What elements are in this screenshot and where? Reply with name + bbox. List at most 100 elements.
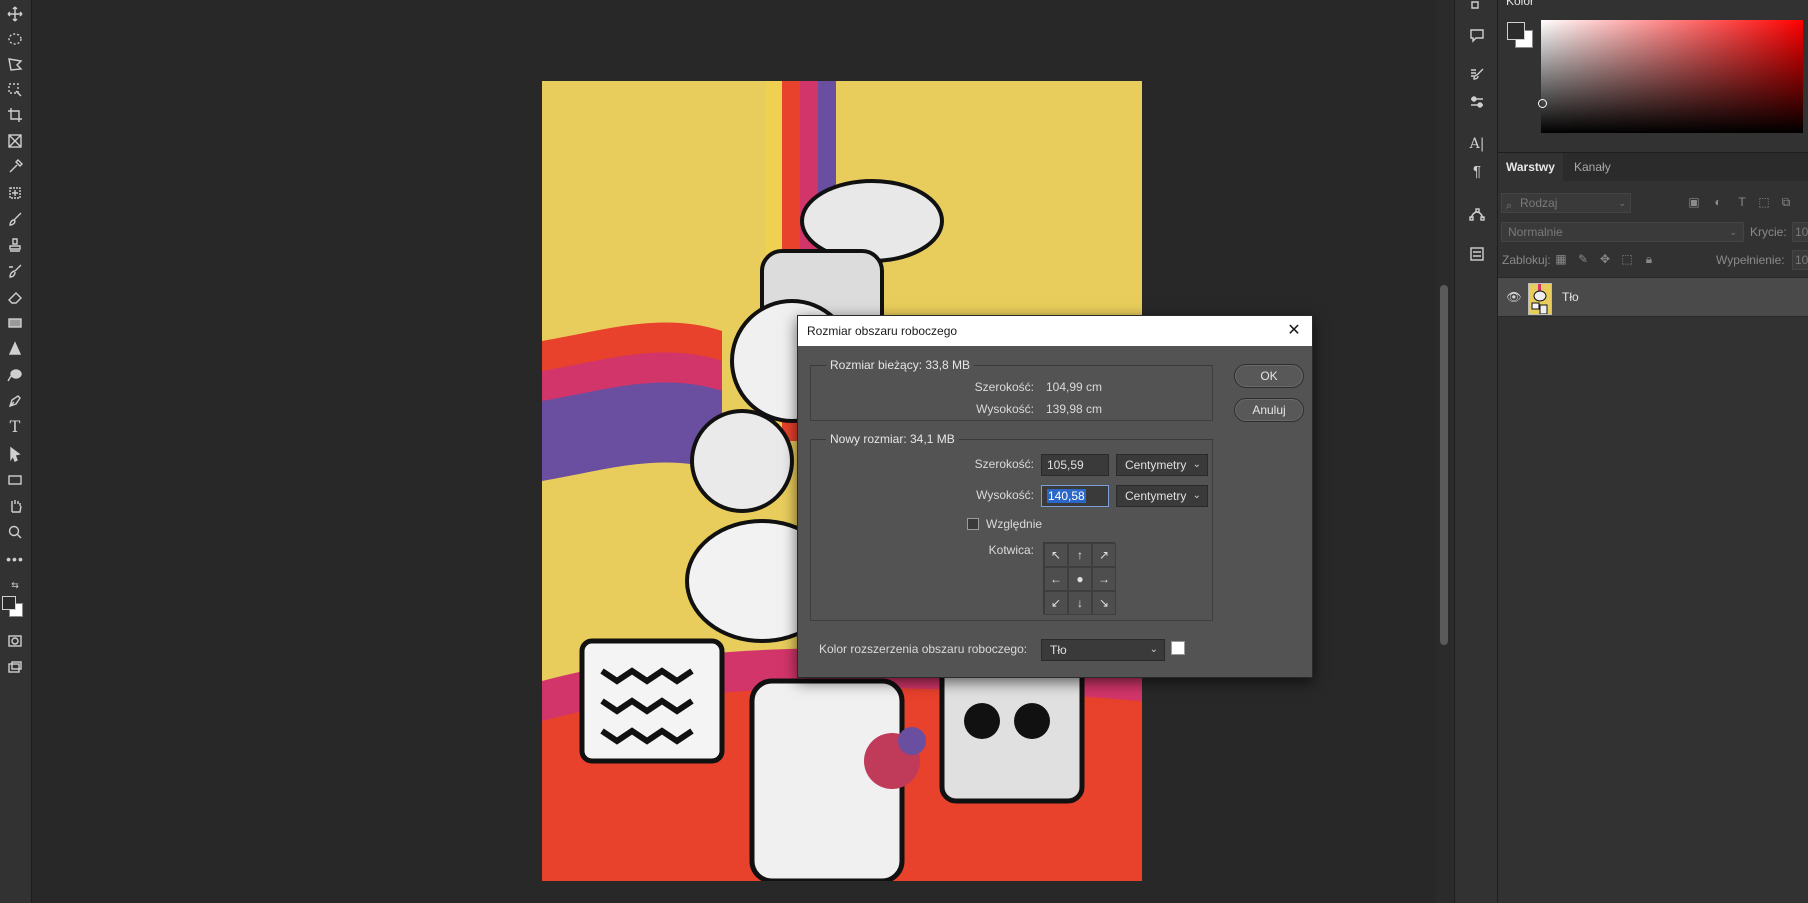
lasso-icon[interactable]: [4, 53, 26, 75]
type-icon[interactable]: T: [4, 416, 26, 438]
eye-icon[interactable]: 👁︎: [1506, 290, 1522, 304]
cancel-button[interactable]: Anuluj: [1234, 398, 1304, 422]
extension-color-select[interactable]: Tło ⌄: [1041, 639, 1165, 661]
properties-panel-icon[interactable]: [1466, 243, 1488, 265]
foreground-color-swatch[interactable]: [1507, 22, 1525, 40]
filter-shape-icon[interactable]: ⬚: [1757, 195, 1771, 209]
rectangle-icon[interactable]: [4, 469, 26, 491]
current-width-value: 104,99 cm: [1046, 380, 1103, 394]
layer-row[interactable]: 👁︎ Tło: [1498, 277, 1808, 317]
anchor-top-left-arrow-icon[interactable]: ↖: [1044, 543, 1068, 567]
pen-icon[interactable]: [4, 390, 26, 412]
adjustments-brush-icon[interactable]: [1466, 91, 1488, 113]
close-icon[interactable]: ✕: [1284, 321, 1304, 341]
anchor-grid: ↖ ↑ ↗ ← ● → ↙ ↓ ↘: [1043, 542, 1116, 615]
color-picker-cursor[interactable]: [1538, 99, 1547, 108]
history-brush-icon[interactable]: [4, 260, 26, 282]
anchor-label: Kotwica:: [988, 543, 1034, 557]
new-height-value: 140,58: [1047, 489, 1086, 503]
relative-checkbox[interactable]: [967, 518, 979, 530]
filter-smart-object-icon[interactable]: ⧉: [1779, 195, 1793, 209]
screen-mode-icon[interactable]: [4, 656, 26, 678]
ok-button[interactable]: OK: [1234, 364, 1304, 388]
anchor-bottom-arrow-icon[interactable]: ↓: [1068, 591, 1092, 615]
current-height-value: 139,98 cm: [1046, 402, 1103, 416]
anchor-left-arrow-icon[interactable]: ←: [1044, 567, 1068, 591]
move-tool-icon[interactable]: [4, 3, 26, 25]
lock-all-icon[interactable]: 🔒︎: [1642, 252, 1656, 266]
relative-label[interactable]: Względnie: [986, 517, 1042, 531]
healing-brush-icon[interactable]: [4, 182, 26, 204]
frame-icon[interactable]: [4, 130, 26, 152]
right-panels: Kolor Warstwy Kanały ⌕ Rodzaj ⌄ ▣ ◐ T ⬚ …: [1498, 0, 1808, 903]
new-size-title: Nowy rozmiar: 34,1 MB: [826, 432, 959, 446]
brush-icon[interactable]: [4, 208, 26, 230]
scrollbar-thumb[interactable]: [1440, 285, 1448, 645]
brush-settings-icon[interactable]: [1466, 64, 1488, 86]
lock-artboard-icon[interactable]: ⬚: [1620, 252, 1634, 266]
width-unit-select[interactable]: Centymetry ⌄: [1116, 454, 1208, 476]
layer-name[interactable]: Tło: [1562, 290, 1579, 304]
clone-stamp-icon[interactable]: [4, 234, 26, 256]
crop-icon[interactable]: [4, 104, 26, 126]
chevron-down-icon: ⌄: [1729, 227, 1737, 237]
new-width-input[interactable]: 105,59: [1041, 454, 1109, 476]
anchor-center-dot-icon[interactable]: ●: [1068, 567, 1092, 591]
extension-color-value: Tło: [1050, 643, 1067, 657]
new-width-value: 105,59: [1047, 458, 1084, 472]
eyedropper-icon[interactable]: [4, 156, 26, 178]
new-height-input[interactable]: 140,58: [1041, 485, 1109, 507]
anchor-bottom-left-arrow-icon[interactable]: ↙: [1044, 591, 1068, 615]
elliptical-marquee-icon[interactable]: [4, 28, 26, 50]
filter-pixel-icon[interactable]: ▣: [1687, 195, 1701, 209]
paths-panel-icon[interactable]: [1466, 203, 1488, 225]
anchor-bottom-right-arrow-icon[interactable]: ↘: [1092, 591, 1116, 615]
lock-position-icon[interactable]: ✥: [1598, 252, 1612, 266]
photoshop-window: T ••• ⇆ A| ¶ Kolor Warstwy Kanały ⌕ Rodz…: [0, 0, 1808, 903]
new-width-label: Szerokość:: [974, 457, 1034, 471]
color-tab[interactable]: Kolor: [1506, 0, 1534, 8]
anchor-right-arrow-icon[interactable]: →: [1092, 567, 1116, 591]
path-selection-icon[interactable]: [4, 443, 26, 465]
character-panel-icon[interactable]: A|: [1466, 133, 1488, 155]
blur-icon[interactable]: [4, 338, 26, 360]
search-icon: ⌕: [1506, 200, 1513, 212]
dialog-title: Rozmiar obszaru roboczego: [807, 324, 958, 338]
filter-adjustment-icon[interactable]: ◐: [1711, 195, 1725, 209]
layers-panel: Warstwy Kanały ⌕ Rodzaj ⌄ ▣ ◐ T ⬚ ⧉ Norm…: [1498, 152, 1808, 903]
zoom-icon[interactable]: [4, 521, 26, 543]
tab-layers[interactable]: Warstwy: [1498, 153, 1563, 181]
opacity-input[interactable]: 100%: [1792, 222, 1808, 242]
layer-thumbnail: [1528, 283, 1552, 315]
color-panel: Kolor: [1498, 0, 1808, 148]
fill-input[interactable]: 100%: [1792, 250, 1808, 270]
swap-colors-icon[interactable]: ⇆: [4, 574, 26, 596]
anchor-top-arrow-icon[interactable]: ↑: [1068, 543, 1092, 567]
eraser-icon[interactable]: [4, 286, 26, 308]
quick-mask-icon[interactable]: [4, 630, 26, 652]
comments-panel-icon[interactable]: [1466, 24, 1488, 46]
extension-color-swatch[interactable]: [1171, 641, 1185, 655]
width-unit-value: Centymetry: [1125, 458, 1187, 472]
gradient-icon[interactable]: [4, 312, 26, 334]
paragraph-panel-icon[interactable]: ¶: [1466, 160, 1488, 182]
lock-brush-icon[interactable]: ✎: [1576, 252, 1590, 266]
current-width-label: Szerokość:: [974, 380, 1034, 394]
hand-icon[interactable]: [4, 495, 26, 517]
vertical-scrollbar[interactable]: [1436, 0, 1454, 903]
toolbar-foreground-swatch[interactable]: [2, 596, 16, 610]
color-picker-field[interactable]: [1538, 20, 1803, 133]
anchor-top-right-arrow-icon[interactable]: ↗: [1092, 543, 1116, 567]
opacity-label: Krycie:: [1750, 225, 1787, 239]
object-selection-icon[interactable]: [4, 79, 26, 101]
blend-mode-select[interactable]: Normalnie ⌄: [1501, 222, 1744, 242]
dialog-titlebar[interactable]: Rozmiar obszaru roboczego ✕: [798, 316, 1312, 346]
lock-transparent-icon[interactable]: ▦: [1554, 252, 1568, 266]
history-panel-icon[interactable]: [1466, 0, 1488, 18]
more-tools-icon[interactable]: •••: [4, 548, 26, 570]
layer-kind-filter[interactable]: ⌕ Rodzaj ⌄: [1501, 193, 1631, 213]
tab-channels[interactable]: Kanały: [1566, 153, 1619, 181]
dodge-icon[interactable]: [4, 364, 26, 386]
filter-type-icon[interactable]: T: [1735, 195, 1749, 209]
height-unit-select[interactable]: Centymetry ⌄: [1116, 485, 1208, 507]
